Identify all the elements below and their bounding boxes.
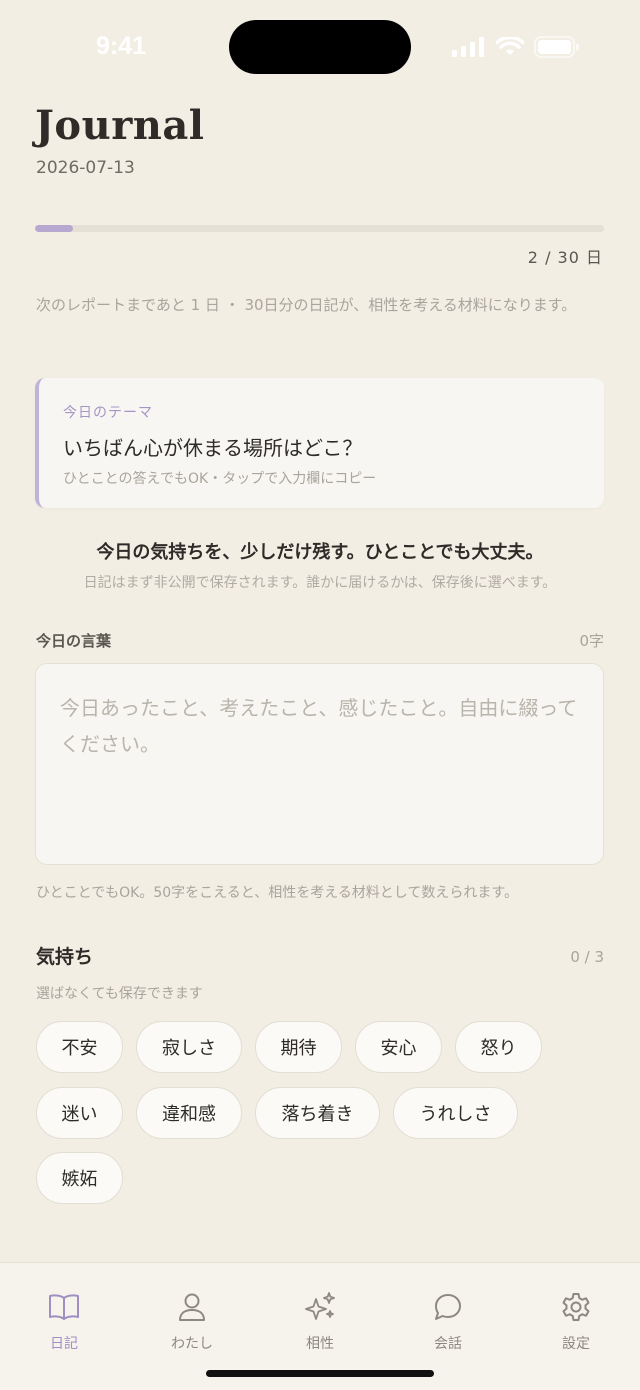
mood-chip-calm[interactable]: 落ち着き [255,1087,380,1139]
page-title: Journal [35,102,205,149]
status-bar: 9:41 [0,0,640,96]
journal-entry-input[interactable] [35,663,604,865]
status-time: 9:41 [96,32,147,60]
tab-journal[interactable]: 日記 [0,1263,128,1363]
theme-hint: ひとことの答えでもOK・タップで入力欄にコピー [63,471,377,487]
entry-hint: ひとことでもOK。50字をこえると、相性を考える材料として数えられます。 [36,885,518,901]
tab-label-journal: 日記 [50,1336,78,1352]
wifi-icon [496,37,524,55]
theme-card[interactable]: 今日のテーマ いちばん心が休まる場所はどこ？ ひとことの答えでもOK・タップで入… [35,378,604,508]
char-count: 0字 [579,632,604,650]
mood-label: 気持ち [36,946,94,968]
tab-compatibility[interactable]: 相性 [256,1263,384,1363]
entry-date: 2026-07-13 [36,158,135,178]
tab-label-compatibility: 相性 [306,1336,334,1352]
mood-chip-discomfort[interactable]: 違和感 [136,1087,242,1139]
mood-chip-relief[interactable]: 安心 [355,1021,442,1073]
book-icon [48,1291,80,1323]
mood-chip-confusion[interactable]: 迷い [36,1087,123,1139]
mood-hint: 選ばなくても保存できます [36,986,203,1002]
mood-chip-loneliness[interactable]: 寂しさ [136,1021,242,1073]
mood-chip-jealousy[interactable]: 嫉妬 [36,1152,123,1204]
entry-label: 今日の言葉 [36,632,112,650]
tab-label-conversation: 会話 [434,1336,462,1352]
tab-settings[interactable]: 設定 [512,1263,640,1363]
mood-chip-expectation[interactable]: 期待 [255,1021,342,1073]
lead-text: 今日の気持ちを、少しだけ残す。ひとことでも大丈夫。 [96,542,544,563]
tab-conversation[interactable]: 会話 [384,1263,512,1363]
theme-question: いちばん心が休まる場所はどこ？ [63,436,363,460]
progress-fill [35,225,73,232]
cellular-signal-icon [452,37,484,57]
chat-bubble-icon [432,1291,464,1323]
progress-label: 2 / 30 日 [527,248,603,267]
mood-count: 0 / 3 [570,948,604,966]
home-indicator [206,1370,434,1377]
mood-chip-anger[interactable]: 怒り [455,1021,542,1073]
dynamic-island [229,20,411,74]
gear-icon [560,1291,592,1323]
person-icon [176,1291,208,1323]
theme-label: 今日のテーマ [63,405,153,421]
tab-label-me: わたし [171,1336,213,1352]
report-note: 次のレポートまであと 1 日 ・ 30日分の日記が、相性を考える材料になります。 [36,296,577,314]
battery-icon [534,36,579,58]
mood-chip-anxiety[interactable]: 不安 [36,1021,123,1073]
mood-chip-joy[interactable]: うれしさ [393,1087,518,1139]
sparkles-icon [304,1291,336,1323]
tab-label-settings: 設定 [562,1336,590,1352]
privacy-note: 日記はまず非公開で保存されます。誰かに届けるかは、保存後に選べます。 [83,575,557,591]
progress-bar [35,225,604,232]
status-icons [452,36,580,58]
tab-me[interactable]: わたし [128,1263,256,1363]
